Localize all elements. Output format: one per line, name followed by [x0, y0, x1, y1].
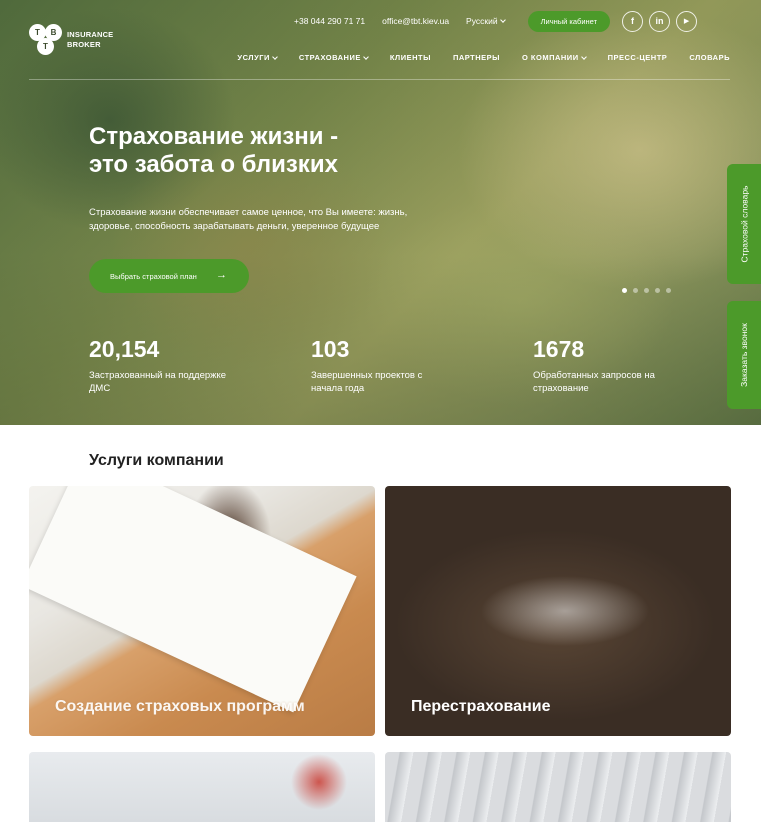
hero-title-line1: Страхование жизни -: [89, 123, 339, 150]
nav-item-label: О КОМПАНИИ: [522, 53, 579, 62]
hero-subtitle: Страхование жизни обеспечивает самое цен…: [89, 207, 408, 232]
choose-plan-label: Выбрать страховой план: [110, 271, 197, 281]
slider-dot[interactable]: [622, 288, 627, 293]
service-card-title: Создание страховых программ: [55, 698, 305, 715]
stat-label: Застрахованный на поддержке ДМС: [89, 370, 227, 394]
stat-label: Обработанных запросов на страхование: [533, 370, 655, 394]
slider-dots: [622, 288, 677, 293]
chevron-down-icon: [363, 53, 369, 60]
stat-value: 1678: [533, 336, 585, 362]
personal-cabinet-button[interactable]: Личный кабинет: [527, 10, 611, 32]
youtube-icon[interactable]: ▶: [676, 10, 698, 32]
service-card-programs[interactable]: Создание страховых программ: [29, 486, 375, 736]
slider-dot[interactable]: [633, 288, 638, 293]
stat-requests: 1678 Обработанных запросов на страховани…: [533, 336, 673, 395]
nav-item-dictionary[interactable]: СЛОВАРЬ: [689, 53, 730, 62]
services-title: Услуги компании: [89, 452, 224, 469]
stat-projects: 103 Завершенных проектов с начала года: [311, 336, 451, 395]
nav-item-clients[interactable]: КЛИЕНТЫ: [390, 53, 431, 62]
nav-item-label: СТРАХОВАНИЕ: [298, 53, 361, 62]
request-call-label: Заказать звонок: [739, 323, 749, 387]
stat-insured: 20,154 Застрахованный на поддержке ДМС: [89, 336, 229, 395]
stat-label: Завершенных проектов с начала года: [311, 370, 423, 394]
hero-section: T B T INSURANCE BROKER +38 044 290 71 71…: [0, 0, 761, 425]
nav-item-label: УСЛУГИ: [237, 53, 270, 62]
insurance-dictionary-tab[interactable]: Страховой словарь: [727, 164, 761, 284]
linkedin-icon[interactable]: in: [649, 10, 671, 32]
logo[interactable]: T B T INSURANCE BROKER: [29, 24, 129, 56]
chevron-down-icon: [499, 17, 506, 23]
nav-item-press[interactable]: ПРЕСС-ЦЕНТР: [608, 53, 668, 62]
slider-dot[interactable]: [655, 288, 660, 293]
main-nav: УСЛУГИ СТРАХОВАНИЕ КЛИЕНТЫ ПАРТНЕРЫ О КО…: [215, 53, 730, 62]
logo-mark: T B T: [29, 24, 63, 56]
nav-item-partners[interactable]: ПАРТНЕРЫ: [453, 53, 500, 62]
hero-title-line2: это забота о близких: [89, 151, 338, 178]
insurance-dictionary-label: Страховой словарь: [739, 185, 749, 263]
logo-text-line2: BROKER: [67, 40, 101, 49]
phone-link[interactable]: +38 044 290 71 71: [294, 16, 365, 26]
chevron-down-icon: [580, 53, 587, 60]
nav-item-label: ПАРТНЕРЫ: [452, 53, 500, 62]
logo-letter: T: [37, 38, 54, 55]
chevron-down-icon: [272, 53, 278, 60]
nav-item-label: ПРЕСС-ЦЕНТР: [607, 53, 668, 62]
arrow-right-icon: →: [216, 269, 227, 281]
slider-dot[interactable]: [666, 288, 671, 293]
logo-text: INSURANCE BROKER: [67, 30, 113, 50]
nav-item-insurance[interactable]: СТРАХОВАНИЕ: [298, 53, 369, 62]
nav-item-about[interactable]: О КОМПАНИИ: [522, 53, 587, 62]
nav-item-label: КЛИЕНТЫ: [389, 53, 431, 62]
stat-value: 103: [311, 336, 350, 362]
choose-plan-button[interactable]: Выбрать страховой план →: [89, 259, 249, 293]
stat-value: 20,154: [89, 336, 160, 362]
request-call-tab[interactable]: Заказать звонок: [727, 301, 761, 409]
email-link[interactable]: office@tbt.kiev.ua: [382, 16, 449, 26]
service-card-medical[interactable]: [29, 752, 375, 822]
service-card-reinsurance[interactable]: Перестрахование: [385, 486, 731, 736]
service-card-office[interactable]: [385, 752, 731, 822]
document-image: [29, 486, 357, 713]
service-card-title: Перестрахование: [411, 698, 551, 715]
logo-text-line1: INSURANCE: [67, 30, 114, 39]
nav-item-label: СЛОВАРЬ: [689, 53, 730, 62]
header-divider: [29, 79, 730, 80]
hero-title: Страхование жизни - это забота о близких: [89, 123, 409, 179]
language-label: Русский: [466, 16, 498, 26]
slider-dot[interactable]: [644, 288, 649, 293]
top-bar: +38 044 290 71 71 office@tbt.kiev.ua Рус…: [294, 10, 703, 32]
nav-item-services[interactable]: УСЛУГИ: [237, 53, 278, 62]
facebook-icon[interactable]: f: [622, 10, 644, 32]
language-selector[interactable]: Русский: [466, 16, 506, 26]
